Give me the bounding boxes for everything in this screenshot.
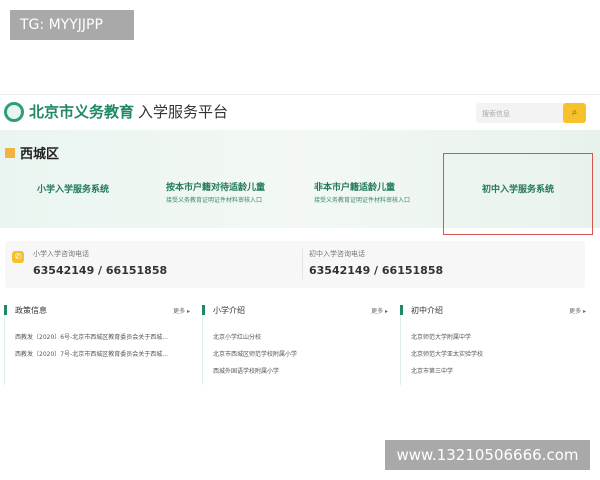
watermark-top: TG: MYYJJPP: [10, 10, 134, 40]
list-item[interactable]: 北京市西城区师范学校附属小学: [213, 349, 297, 358]
search-icon: ⌕: [571, 107, 578, 118]
middle-school-column: 初中介绍 更多 ▸ 北京师范大学附属中学 北京师范大学亚太实验学校 北京市第三中…: [400, 305, 590, 385]
list-item[interactable]: 北京师范大学亚太实验学校: [411, 349, 483, 358]
list-item[interactable]: 西教发〔2020〕7号-北京市西城区教育委员会关于西城...: [15, 349, 168, 358]
primary-school-column: 小学介绍 更多 ▸ 北京小学红山分校 北京市西城区师范学校附属小学 西城外国语学…: [202, 305, 392, 385]
card-title: 小学入学服务系统: [37, 185, 110, 195]
card-title: 非本市户籍适龄儿童: [314, 183, 396, 193]
phone-middle: 初中入学咨询电话 63542149 / 66151858: [309, 249, 443, 277]
watermark-bottom: www.13210506666.com: [385, 440, 590, 470]
card-nonlocal-hukou[interactable]: 非本市户籍适龄儿童接受义务教育证明证件材料审核入口: [314, 180, 410, 204]
phone-number: 63542149 / 66151858: [309, 264, 444, 277]
phone-label: 小学入学咨询电话: [33, 250, 89, 258]
card-title: 按本市户籍对待适龄儿童: [166, 183, 266, 193]
phone-panel: ✆ 小学入学咨询电话 63542149 / 66151858 初中入学咨询电话 63…: [5, 241, 585, 288]
list-item[interactable]: 北京小学红山分校: [213, 332, 261, 341]
divider: [302, 249, 303, 279]
search-button[interactable]: ⌕: [563, 103, 586, 123]
list-item[interactable]: 西教发〔2020〕6号-北京市西城区教育委员会关于西城...: [15, 332, 168, 341]
column-title: 初中介绍: [411, 306, 443, 315]
more-link[interactable]: 更多 ▸: [173, 306, 190, 315]
search-placeholder: 搜索信息: [482, 110, 510, 118]
highlight-box: [443, 153, 593, 235]
card-primary-enrollment[interactable]: 小学入学服务系统: [37, 182, 109, 195]
column-title: 小学介绍: [213, 306, 245, 315]
search-input[interactable]: 搜索信息 ⌕: [476, 103, 586, 123]
column-accent: [4, 305, 7, 315]
phone-number: 63542149 / 66151858: [33, 264, 168, 277]
district-label: 西城区: [20, 147, 60, 162]
policy-column: 政策信息 更多 ▸ 西教发〔2020〕6号-北京市西城区教育委员会关于西城...…: [4, 305, 194, 385]
phone-label: 初中入学咨询电话: [309, 250, 365, 258]
card-subtitle: 接受义务教育证明证件材料审核入口: [166, 197, 263, 204]
list-item[interactable]: 西城外国语学校附属小学: [213, 366, 279, 375]
brand-subtitle: 入学服务平台: [138, 103, 229, 121]
logo-icon: [4, 101, 24, 122]
card-subtitle: 接受义务教育证明证件材料审核入口: [314, 197, 411, 204]
divider: [0, 94, 600, 95]
site-logo[interactable]: 北京市义务教育 入学服务平台: [4, 101, 228, 122]
brand-name: 北京市义务教育: [29, 103, 135, 121]
column-accent: [202, 305, 205, 315]
list-item[interactable]: 北京师范大学附属中学: [411, 332, 471, 341]
phone-primary: 小学入学咨询电话 63542149 / 66151858: [33, 249, 167, 277]
card-local-hukou[interactable]: 按本市户籍对待适龄儿童 接受义务教育证明证件材料审核入口: [166, 180, 265, 204]
column-accent: [400, 305, 403, 315]
column-title: 政策信息: [15, 306, 47, 315]
district-title: 西城区: [5, 143, 59, 162]
list-item[interactable]: 北京市第三中学: [411, 366, 453, 375]
district-icon: [5, 147, 15, 158]
more-link[interactable]: 更多 ▸: [371, 306, 388, 315]
more-link[interactable]: 更多 ▸: [569, 306, 586, 315]
phone-icon: ✆: [12, 251, 24, 263]
